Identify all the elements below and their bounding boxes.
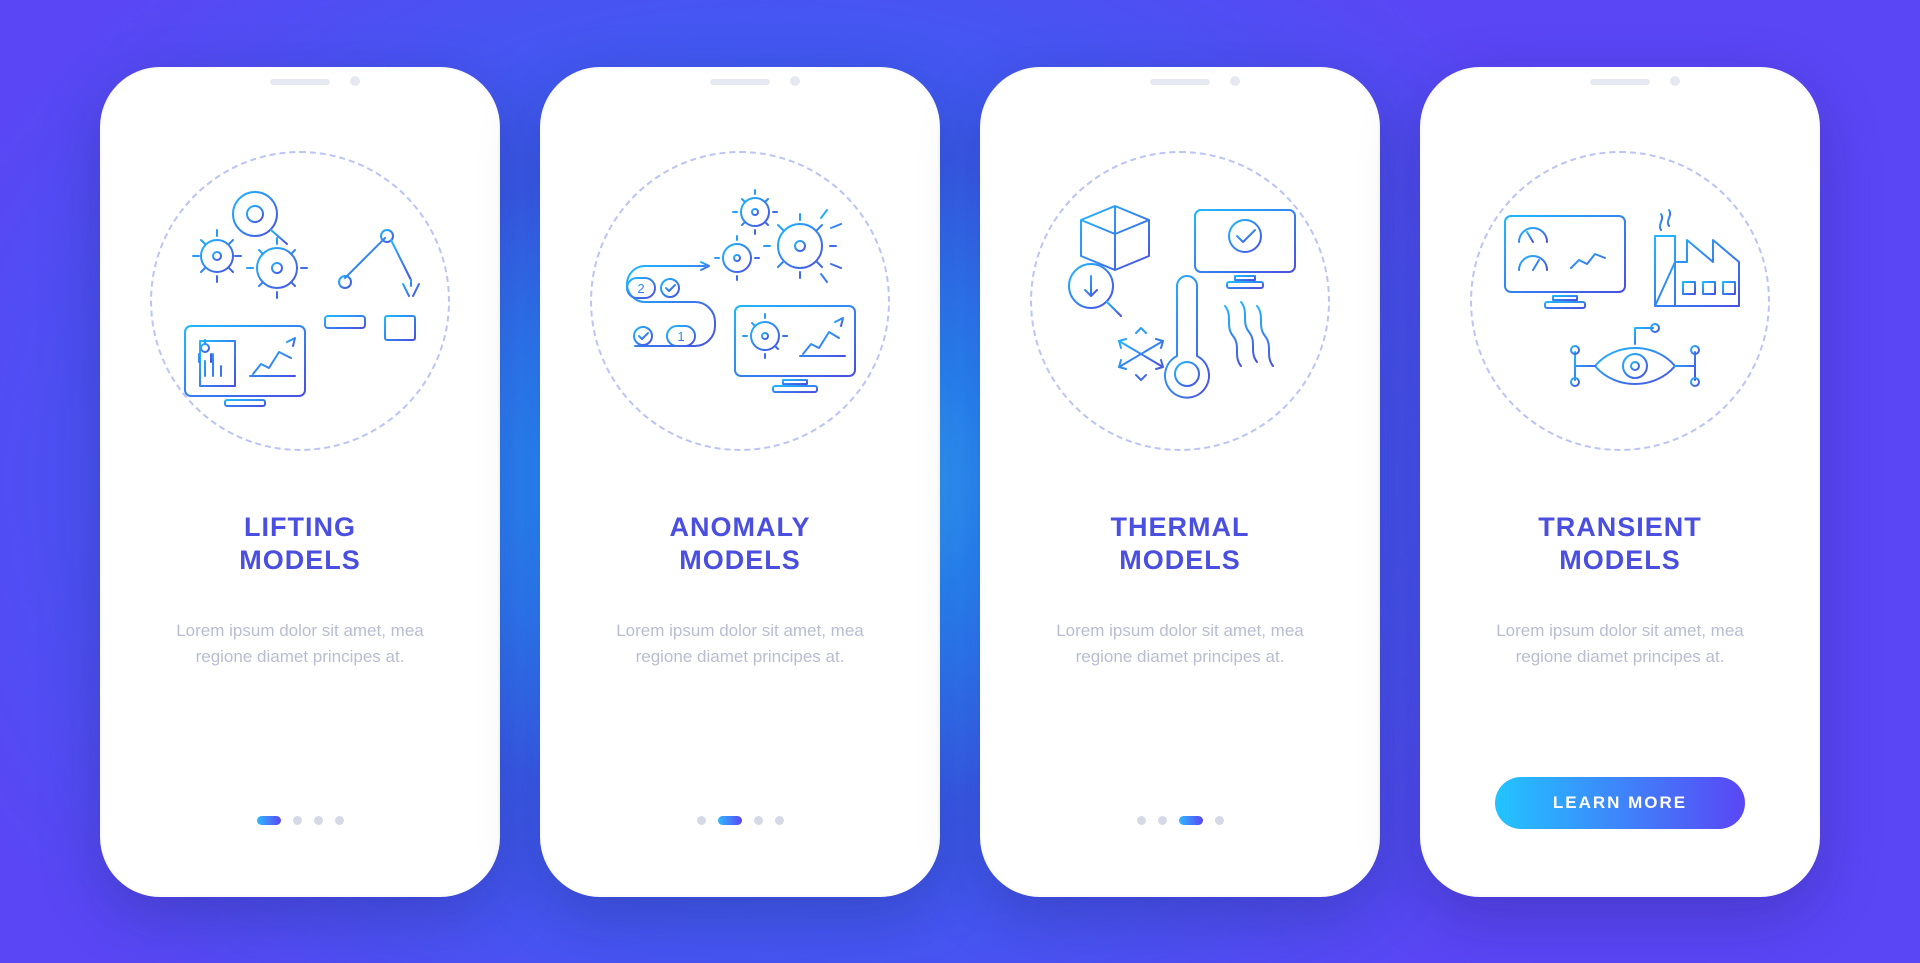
- dot-3[interactable]: [314, 816, 323, 825]
- onboarding-screen[interactable]: THERMAL MODELS Lorem ipsum dolor sit ame…: [994, 81, 1366, 883]
- phone-notch: [655, 67, 825, 93]
- page-indicator: [697, 816, 784, 853]
- transient-icon: [1495, 186, 1745, 416]
- screen-description: Lorem ipsum dolor sit amet, mea regione …: [155, 618, 445, 671]
- screen-description: Lorem ipsum dolor sit amet, mea regione …: [1475, 618, 1765, 671]
- dot-2[interactable]: [293, 816, 302, 825]
- anomaly-icon: 2 1: [615, 186, 865, 416]
- svg-text:2: 2: [637, 281, 644, 296]
- dot-2[interactable]: [718, 816, 742, 825]
- lifting-icon: [175, 186, 425, 416]
- screen-title: TRANSIENT MODELS: [1538, 511, 1702, 579]
- phone-frame: 2 1 ANOMALY MODELS: [540, 67, 940, 897]
- dot-2[interactable]: [1158, 816, 1167, 825]
- illustration-circle: 2 1: [590, 151, 890, 451]
- phone-notch: [1095, 67, 1265, 93]
- onboarding-screen[interactable]: TRANSIENT MODELS Lorem ipsum dolor sit a…: [1434, 81, 1806, 883]
- illustration-circle: [1470, 151, 1770, 451]
- screen-description: Lorem ipsum dolor sit amet, mea regione …: [595, 618, 885, 671]
- learn-more-button[interactable]: LEARN MORE: [1495, 777, 1745, 829]
- svg-text:1: 1: [677, 329, 684, 344]
- dot-4[interactable]: [1215, 816, 1224, 825]
- page-indicator: [257, 816, 344, 853]
- screen-title: LIFTING MODELS: [239, 511, 361, 579]
- phone-frame: TRANSIENT MODELS Lorem ipsum dolor sit a…: [1420, 67, 1820, 897]
- illustration-circle: [1030, 151, 1330, 451]
- dot-1[interactable]: [697, 816, 706, 825]
- onboarding-screen[interactable]: LIFTING MODELS Lorem ipsum dolor sit ame…: [114, 81, 486, 883]
- dot-1[interactable]: [1137, 816, 1146, 825]
- page-indicator: [1137, 816, 1224, 853]
- phone-frame: THERMAL MODELS Lorem ipsum dolor sit ame…: [980, 67, 1380, 897]
- onboarding-stage: LIFTING MODELS Lorem ipsum dolor sit ame…: [100, 67, 1820, 897]
- phone-notch: [1535, 67, 1705, 93]
- dot-4[interactable]: [335, 816, 344, 825]
- phone-frame: LIFTING MODELS Lorem ipsum dolor sit ame…: [100, 67, 500, 897]
- screen-title: ANOMALY MODELS: [669, 511, 810, 579]
- phone-notch: [215, 67, 385, 93]
- illustration-circle: [150, 151, 450, 451]
- dot-3[interactable]: [754, 816, 763, 825]
- dot-4[interactable]: [775, 816, 784, 825]
- thermal-icon: [1055, 186, 1305, 416]
- onboarding-screen[interactable]: 2 1 ANOMALY MODELS: [554, 81, 926, 883]
- screen-title: THERMAL MODELS: [1111, 511, 1250, 579]
- dot-3[interactable]: [1179, 816, 1203, 825]
- screen-description: Lorem ipsum dolor sit amet, mea regione …: [1035, 618, 1325, 671]
- dot-1[interactable]: [257, 816, 281, 825]
